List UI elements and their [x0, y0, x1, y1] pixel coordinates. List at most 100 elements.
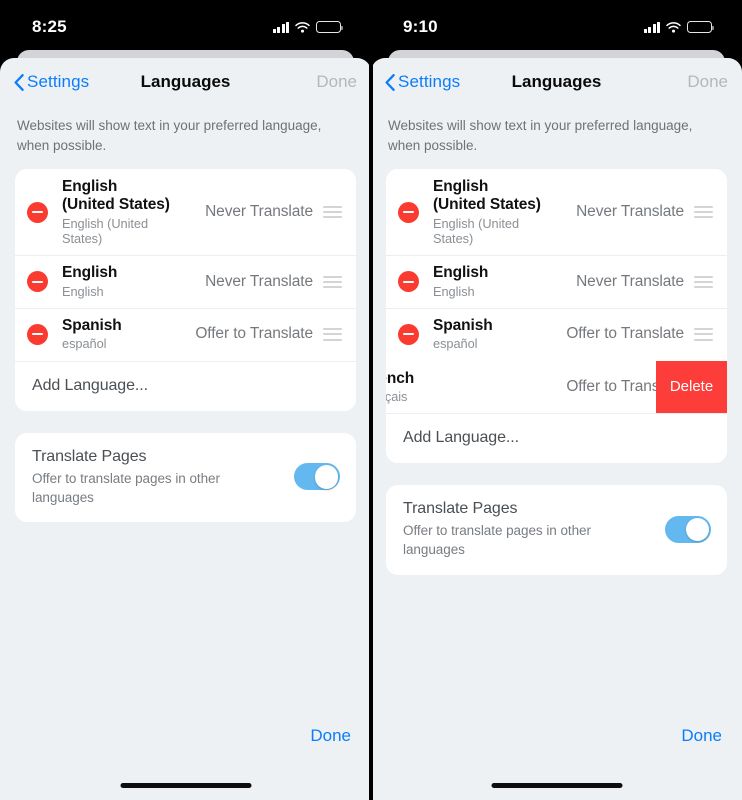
- language-native-name: English: [62, 283, 104, 299]
- wifi-icon: [666, 21, 681, 33]
- cellular-signal-icon: [643, 21, 660, 33]
- minus-circle-icon[interactable]: [398, 201, 419, 223]
- language-native-name: français: [386, 388, 408, 404]
- translate-pages-group: Translate Pages Offer to translate pages …: [15, 432, 356, 522]
- status-bar-clock: 8:25: [32, 17, 67, 36]
- chevron-left-icon: [385, 73, 395, 91]
- language-action[interactable]: Offer to Translate: [195, 325, 342, 343]
- wifi-icon: [295, 21, 310, 33]
- status-bar-icons: [272, 21, 343, 33]
- status-bar-icons: [643, 21, 714, 33]
- translate-pages-group: Translate Pages Offer to translate pages …: [386, 485, 727, 575]
- dual-screenshot-stage: 8:25 Settings Languages Done Websites will s…: [0, 0, 742, 800]
- translate-pages-row[interactable]: Translate Pages Offer to translate pages …: [386, 485, 727, 575]
- drag-handle-icon[interactable]: [323, 206, 342, 219]
- language-names: English English: [62, 264, 174, 299]
- bottom-done-button[interactable]: Done: [310, 726, 351, 746]
- translate-pages-row[interactable]: Translate Pages Offer to translate pages …: [15, 432, 356, 522]
- drag-handle-icon[interactable]: [323, 328, 342, 341]
- add-language-button[interactable]: Add Language...: [386, 413, 727, 464]
- language-action[interactable]: Offer to Translate: [566, 325, 713, 343]
- battery-icon: [687, 21, 714, 33]
- translate-pages-title: Translate Pages: [32, 447, 147, 465]
- drag-handle-icon[interactable]: [694, 206, 713, 219]
- translate-pages-toggle[interactable]: [294, 463, 340, 491]
- language-names: English (United States) English (United S…: [62, 178, 174, 246]
- back-to-settings-button[interactable]: Settings: [385, 72, 460, 92]
- language-action[interactable]: Never Translate: [205, 203, 342, 221]
- language-native-name: English (United States): [62, 215, 149, 247]
- translate-pages-text: Translate Pages Offer to translate pages …: [32, 447, 294, 507]
- language-name: English: [62, 264, 118, 282]
- language-row[interactable]: Spanish español Offer to Translate: [15, 308, 356, 361]
- navigation-bar: Settings Languages Done: [0, 58, 369, 106]
- minus-circle-icon[interactable]: [27, 271, 48, 293]
- translate-preference-label: Never Translate: [576, 272, 684, 290]
- language-action[interactable]: Never Translate: [205, 273, 342, 291]
- home-indicator[interactable]: [491, 783, 622, 788]
- translate-preference-label: Never Translate: [205, 272, 313, 290]
- language-row[interactable]: English (United States) English (United S…: [15, 169, 356, 256]
- back-to-settings-button[interactable]: Settings: [14, 72, 89, 92]
- language-names: English English: [433, 264, 545, 299]
- section-footnote: Websites will show text in your preferre…: [388, 118, 693, 153]
- language-names: Frenchfrançais: [386, 370, 475, 405]
- nav-done-button[interactable]: Done: [687, 72, 728, 92]
- translate-pages-title: Translate Pages: [403, 500, 518, 518]
- translate-preference-label: Offer to Translate: [566, 325, 684, 343]
- language-action[interactable]: Never Translate: [576, 203, 713, 221]
- language-row[interactable]: Spanish español Offer to Translate: [386, 308, 727, 361]
- drag-handle-icon[interactable]: [694, 275, 713, 288]
- translate-pages-toggle[interactable]: [665, 515, 711, 543]
- navigation-bar: Settings Languages Done: [371, 58, 742, 106]
- status-bar-clock: 9:10: [403, 17, 438, 36]
- language-name: English (United States): [62, 178, 170, 214]
- panel-divider: [369, 0, 373, 800]
- cellular-signal-icon: [272, 21, 289, 33]
- language-name: English: [433, 264, 489, 282]
- drag-handle-icon[interactable]: [323, 275, 342, 288]
- language-row[interactable]: English English Never Translate: [386, 255, 727, 308]
- nav-done-button[interactable]: Done: [316, 72, 357, 92]
- minus-circle-icon[interactable]: [398, 323, 419, 345]
- status-bar: 9:10: [371, 0, 742, 46]
- delete-button[interactable]: Delete: [656, 360, 727, 414]
- language-names: Spanish español: [62, 317, 174, 352]
- language-names: Spanish español: [433, 317, 545, 352]
- bottom-done-button[interactable]: Done: [681, 726, 722, 746]
- translate-preference-label: Never Translate: [205, 203, 313, 221]
- back-button-label: Settings: [27, 72, 90, 91]
- language-action[interactable]: Never Translate: [576, 273, 713, 291]
- battery-icon: [316, 21, 343, 33]
- translate-pages-subtitle: Offer to translate pages in other langua…: [32, 470, 220, 505]
- language-row[interactable]: English English Never Translate: [15, 255, 356, 308]
- phone-panel-right: 9:10 Settings Languages Done Websites will s…: [371, 0, 742, 800]
- add-language-button[interactable]: Add Language...: [15, 360, 356, 411]
- minus-circle-icon[interactable]: [27, 201, 48, 223]
- translate-pages-text: Translate Pages Offer to translate pages …: [403, 499, 665, 559]
- language-native-name: español: [62, 336, 107, 352]
- languages-sheet: Settings Languages Done Websites will show …: [371, 58, 742, 800]
- drag-handle-icon[interactable]: [694, 328, 713, 341]
- language-native-name: español: [433, 336, 478, 352]
- section-footnote: Websites will show text in your preferre…: [17, 118, 322, 153]
- translate-preference-label: Never Translate: [576, 203, 684, 221]
- phone-panel-left: 8:25 Settings Languages Done Websites will s…: [0, 0, 371, 800]
- minus-circle-icon[interactable]: [398, 271, 419, 293]
- minus-circle-icon[interactable]: [27, 323, 48, 345]
- toggle-knob: [685, 517, 710, 542]
- toggle-knob: [314, 464, 339, 489]
- language-names: English (United States) English (United S…: [433, 178, 545, 246]
- language-native-name: English: [433, 283, 475, 299]
- language-native-name: English (United States): [433, 215, 520, 247]
- translate-pages-subtitle: Offer to translate pages in other langua…: [403, 523, 591, 558]
- back-button-label: Settings: [398, 72, 461, 91]
- home-indicator[interactable]: [120, 783, 251, 788]
- languages-sheet: Settings Languages Done Websites will show …: [0, 58, 369, 800]
- language-name: Spanish: [433, 317, 493, 334]
- language-row[interactable]: English (United States) English (United S…: [386, 169, 727, 256]
- swiped-language-row: FrenchfrançaisOffer to TranslateDelete: [386, 360, 727, 414]
- language-name: Spanish: [62, 317, 122, 334]
- languages-group: English (United States) English (United S…: [386, 169, 727, 464]
- language-name: French: [386, 369, 415, 387]
